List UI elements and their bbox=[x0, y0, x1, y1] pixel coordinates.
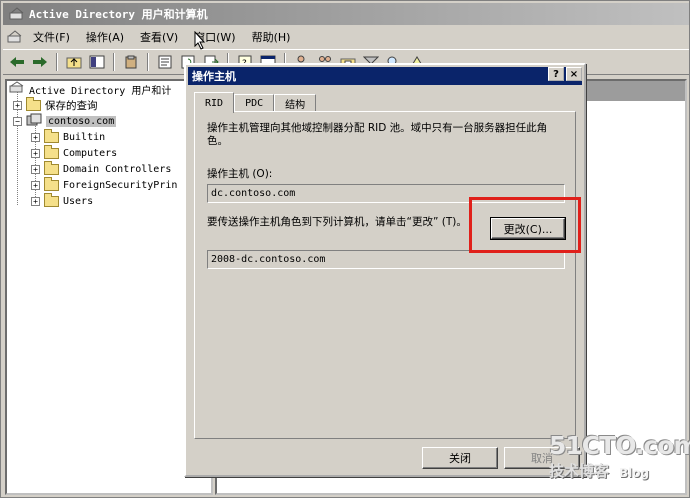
folder-icon bbox=[44, 192, 59, 207]
expand-plus-icon[interactable]: + bbox=[31, 180, 40, 190]
folder-icon bbox=[44, 176, 59, 191]
expand-plus-icon[interactable]: + bbox=[13, 100, 22, 110]
tree-item-domain-controllers[interactable]: + Domain Controllers bbox=[31, 160, 172, 177]
expand-plus-icon[interactable]: + bbox=[31, 196, 40, 206]
back-arrow-icon[interactable] bbox=[7, 52, 27, 72]
collapse-minus-icon[interactable]: − bbox=[13, 116, 22, 126]
tree-item-label: Users bbox=[63, 195, 94, 207]
tab-rid[interactable]: RID bbox=[194, 92, 235, 113]
dialog-titlebar: 操作主机 bbox=[188, 67, 582, 85]
toolbar-separator bbox=[113, 53, 115, 71]
tab-infrastructure[interactable]: 结构 bbox=[274, 94, 317, 112]
close-icon[interactable]: × bbox=[566, 67, 582, 81]
ad-snapin-icon bbox=[9, 7, 25, 21]
domain-icon bbox=[26, 113, 42, 130]
mouse-cursor-icon bbox=[194, 31, 206, 50]
folder-icon bbox=[44, 144, 59, 159]
mmc-window: Active Directory 用户和计算机 文件(F) 操作(A) 查看(V… bbox=[0, 0, 690, 498]
tree-item-domain[interactable]: − contoso.com bbox=[13, 113, 117, 130]
menu-help[interactable]: 帮助(H) bbox=[246, 28, 301, 46]
help-button[interactable]: ? bbox=[548, 67, 564, 81]
forward-arrow-icon[interactable] bbox=[30, 52, 50, 72]
cancel-button[interactable]: 取消 bbox=[504, 447, 580, 469]
properties-icon[interactable] bbox=[155, 52, 175, 72]
close-button[interactable]: 关闭 bbox=[422, 447, 498, 469]
expand-plus-icon[interactable]: + bbox=[31, 148, 40, 158]
highlight-box bbox=[469, 197, 581, 253]
tree-item-label: Builtin bbox=[63, 131, 106, 143]
operations-master-dialog: 操作主机 ? × RID PDC 结构 操作主机管理向其他域控制器分配 RID … bbox=[184, 63, 586, 477]
tree-item-label: Domain Controllers bbox=[63, 163, 172, 175]
tab-pdc[interactable]: PDC bbox=[234, 94, 275, 112]
toolbar-separator bbox=[56, 53, 58, 71]
expand-plus-icon[interactable]: + bbox=[31, 164, 40, 174]
dialog-title: 操作主机 bbox=[192, 70, 236, 83]
show-hide-tree-icon[interactable] bbox=[87, 52, 107, 72]
expand-plus-icon[interactable]: + bbox=[31, 132, 40, 142]
window-titlebar: Active Directory 用户和计算机 bbox=[3, 3, 689, 25]
tree-root[interactable]: Active Directory 用户和计 bbox=[9, 81, 171, 97]
master-label: 操作主机 (O): bbox=[207, 168, 273, 180]
menu-action[interactable]: 操作(A) bbox=[80, 28, 134, 46]
tree-root-label: Active Directory 用户和计 bbox=[29, 85, 172, 97]
clipboard-icon[interactable] bbox=[121, 52, 141, 72]
ou-folder-icon bbox=[44, 160, 59, 175]
ad-root-icon bbox=[9, 81, 25, 97]
transfer-label: 要传送操作主机角色到下列计算机，请单击“更改” (T)。 bbox=[207, 216, 467, 228]
tab-strip: RID PDC 结构 bbox=[194, 92, 317, 113]
tree-item-label: ForeignSecurityPrin bbox=[63, 179, 178, 191]
tree-item-users[interactable]: + Users bbox=[31, 192, 94, 209]
rid-description: 操作主机管理向其他域控制器分配 RID 池。域中只有一台服务器担任此角色。 bbox=[207, 122, 548, 147]
console-icon[interactable] bbox=[7, 30, 23, 44]
folder-icon bbox=[44, 128, 59, 143]
window-title: Active Directory 用户和计算机 bbox=[29, 8, 208, 21]
tree-item-label: Computers bbox=[63, 147, 118, 159]
folder-icon bbox=[26, 96, 41, 111]
tree-item-computers[interactable]: + Computers bbox=[31, 144, 118, 161]
tree-item-label: contoso.com bbox=[46, 115, 117, 127]
tree-item-label: 保存的查询 bbox=[45, 99, 98, 112]
console-tree: Active Directory 用户和计 + 保存的查询 − contoso.… bbox=[5, 79, 213, 495]
tree-item-builtin[interactable]: + Builtin bbox=[31, 128, 106, 145]
rid-tab-panel: 操作主机管理向其他域控制器分配 RID 池。域中只有一台服务器担任此角色。 操作… bbox=[194, 111, 576, 439]
toolbar-separator bbox=[147, 53, 149, 71]
menu-view[interactable]: 查看(V) bbox=[134, 28, 188, 46]
up-level-icon[interactable] bbox=[64, 52, 84, 72]
tree-item-foreign-security[interactable]: + ForeignSecurityPrin bbox=[31, 176, 178, 193]
menu-bar: 文件(F) 操作(A) 查看(V) 窗口(W) 帮助(H) bbox=[3, 27, 689, 47]
tree-item-saved-queries[interactable]: + 保存的查询 bbox=[13, 96, 98, 113]
menu-file[interactable]: 文件(F) bbox=[27, 28, 80, 46]
